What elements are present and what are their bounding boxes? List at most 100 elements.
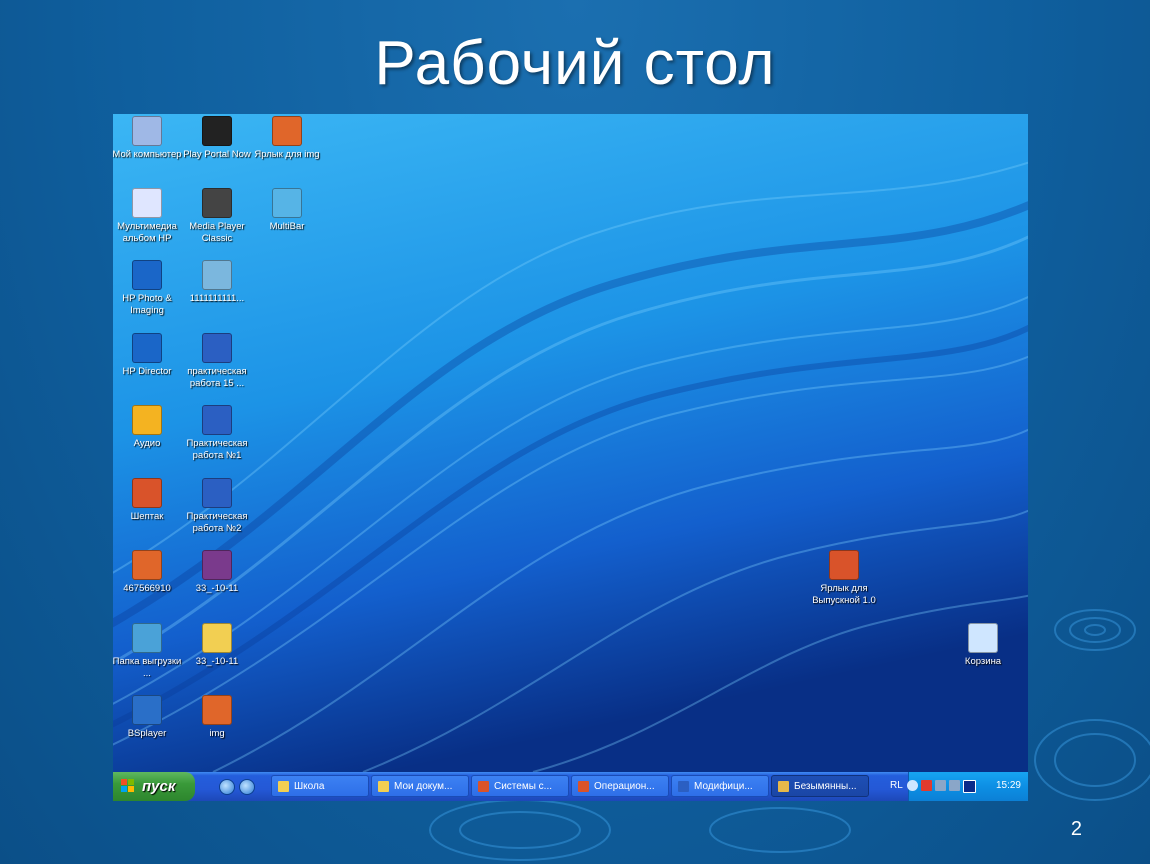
image-file-icon xyxy=(202,695,232,725)
taskbar-task-button[interactable]: Мои докум... xyxy=(371,775,469,797)
powerpoint-shortcut-icon xyxy=(829,550,859,580)
network-icon-2[interactable] xyxy=(949,780,960,791)
desktop-icon-label: HP Photo & Imaging xyxy=(122,293,172,316)
desktop-icon[interactable]: MultiBar xyxy=(251,188,323,233)
hp-photo-icon xyxy=(132,260,162,290)
folder-icon xyxy=(202,623,232,653)
taskbar-task-label: Операцион... xyxy=(594,781,655,792)
desktop-icon-label: Media Player Classic xyxy=(189,221,245,244)
desktop-icon[interactable]: Ярлык для img xyxy=(251,116,323,161)
desktop-icon[interactable]: Ярлык для Выпускной 1.0 xyxy=(808,550,880,607)
desktop-icon[interactable]: Media Player Classic xyxy=(181,188,253,245)
desktop-screenshot: Мой компьютер Play Portal Now Ярлык для im… xyxy=(113,114,1028,801)
desktop-icon-label: Ярлык для img xyxy=(254,149,320,160)
start-label: пуск xyxy=(142,778,176,795)
desktop-icon[interactable]: 33_-10-11 xyxy=(181,623,253,668)
desktop-icon[interactable]: BSplayer xyxy=(113,695,183,740)
taskbar-task-button[interactable]: Системы с... xyxy=(471,775,569,797)
desktop-icon-label: BSplayer xyxy=(127,728,167,739)
folder-icon xyxy=(378,781,389,792)
start-button[interactable]: пуск xyxy=(113,772,195,801)
system-tray: RL 15:29 xyxy=(890,772,1028,801)
taskbar-task-button[interactable]: Школа xyxy=(271,775,369,797)
desktop-icon-label: Шептак xyxy=(130,511,164,522)
hp-album-icon xyxy=(132,188,162,218)
desktop-icon[interactable]: Папка выгрузки ... xyxy=(113,623,183,680)
windows-logo-icon xyxy=(121,779,134,792)
disk-drive-icon xyxy=(202,260,232,290)
desktop-icon-label: 467566910 xyxy=(123,583,171,594)
bsplayer-icon xyxy=(132,695,162,725)
multibar-icon xyxy=(272,188,302,218)
desktop-icon-label: img xyxy=(209,728,225,739)
desktop-icon[interactable]: Практическая работа №1 xyxy=(181,405,253,462)
word-document-icon xyxy=(202,405,232,435)
audio-player-icon xyxy=(132,405,162,435)
desktop-icon[interactable]: img xyxy=(181,695,253,740)
taskbar-task-label: Школа xyxy=(294,781,325,792)
play-portal-icon xyxy=(202,116,232,146)
image-file-icon xyxy=(132,550,162,580)
desktop-icon-label: 33_-10-11 xyxy=(195,656,239,667)
hp-director-icon xyxy=(132,333,162,363)
desktop-icon[interactable]: HP Director xyxy=(113,333,183,378)
taskbar-task-button[interactable]: Безымянны... xyxy=(771,775,869,797)
taskbar-task-label: Модифици... xyxy=(694,781,753,792)
desktop-icon-label: практическая работа 15 ... xyxy=(187,366,247,389)
internet-explorer-icon[interactable] xyxy=(219,779,235,795)
desktop-icon-label: Мой компьютер xyxy=(113,149,182,160)
taskbar-task-label: Мои докум... xyxy=(394,781,453,792)
language-indicator[interactable]: RL xyxy=(890,780,903,791)
word-document-icon xyxy=(202,333,232,363)
page-number: 2 xyxy=(1070,818,1082,840)
desktop-icon[interactable]: Шептак xyxy=(113,478,183,523)
taskbar: пуск Школа Мои докум... Системы с... Операц… xyxy=(113,772,1028,801)
desktop-icon-label: HP Director xyxy=(122,366,172,377)
desktop-icon[interactable]: 467566910 xyxy=(113,550,183,595)
powerpoint-icon xyxy=(478,781,489,792)
network-icon[interactable] xyxy=(935,780,946,791)
desktop-icon-label: 1111111111... xyxy=(189,293,245,304)
desktop-icon-label: Практическая работа №1 xyxy=(186,438,248,461)
folder-icon xyxy=(278,781,289,792)
chevron-left-icon[interactable] xyxy=(907,780,918,791)
powerpoint-icon xyxy=(578,781,589,792)
desktop-icon-label: Аудио xyxy=(133,438,161,449)
taskbar-task-button[interactable]: Операцион... xyxy=(571,775,669,797)
my-computer-icon xyxy=(132,116,162,146)
desktop-icon[interactable]: Практическая работа №2 xyxy=(181,478,253,535)
desktop-icon-label: Папка выгрузки ... xyxy=(113,656,182,679)
word-document-icon xyxy=(202,478,232,508)
quick-launch xyxy=(203,772,263,801)
desktop-icon[interactable]: Аудио xyxy=(113,405,183,450)
taskbar-task-label: Системы с... xyxy=(494,781,553,792)
desktop-icon-label: MultiBar xyxy=(269,221,305,232)
word-icon xyxy=(678,781,689,792)
desktop-icon-label: Корзина xyxy=(964,656,1002,667)
desktop-icon[interactable]: 1111111111... xyxy=(181,260,253,305)
media-play-icon[interactable] xyxy=(963,780,976,793)
browser-icon[interactable] xyxy=(239,779,255,795)
desktop-icon[interactable]: Мультимедиа альбом HP xyxy=(113,188,183,245)
desktop-icon[interactable]: Корзина xyxy=(947,623,1019,668)
desktop-icon[interactable]: HP Photo & Imaging xyxy=(113,260,183,317)
taskbar-task-label: Безымянны... xyxy=(794,781,857,792)
image-shortcut-icon xyxy=(272,116,302,146)
slide-title: Рабочий стол xyxy=(374,29,776,98)
recycle-bin-icon xyxy=(968,623,998,653)
desktop-icon[interactable]: Play Portal Now xyxy=(181,116,253,161)
clock: 15:29 xyxy=(995,780,1021,791)
taskbar-task-button[interactable]: Модифици... xyxy=(671,775,769,797)
hp-folder-icon xyxy=(132,623,162,653)
desktop-icon-label: Практическая работа №2 xyxy=(186,511,248,534)
desktop-icon-label: Мультимедиа альбом HP xyxy=(117,221,177,244)
antivirus-icon[interactable] xyxy=(921,780,932,791)
desktop-icon-label: Play Portal Now xyxy=(183,149,251,160)
desktop-icon[interactable]: 33_-10-11 xyxy=(181,550,253,595)
desktop-icon-label: Ярлык для Выпускной 1.0 xyxy=(812,583,876,606)
desktop-icon[interactable]: практическая работа 15 ... xyxy=(181,333,253,390)
winrar-archive-icon xyxy=(202,550,232,580)
paint-icon xyxy=(778,781,789,792)
powerpoint-document-icon xyxy=(132,478,162,508)
desktop-icon[interactable]: Мой компьютер xyxy=(113,116,183,161)
